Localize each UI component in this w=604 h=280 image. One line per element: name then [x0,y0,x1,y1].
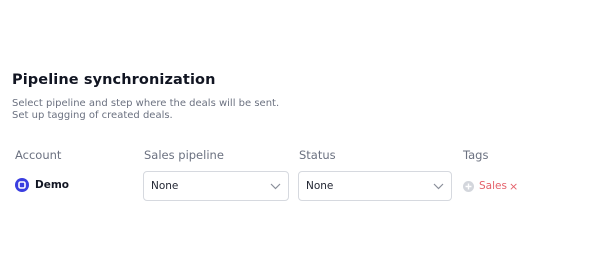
column-header-tags: Tags [463,148,489,162]
account-logo-icon [15,178,29,192]
status-value: None [306,180,334,192]
column-header-status: Status [299,148,336,162]
sales-pipeline-value: None [151,180,179,192]
remove-tag-icon[interactable]: × [509,181,518,192]
tag-label: Sales [479,180,507,192]
sales-pipeline-select[interactable]: None [143,171,289,201]
column-header-account: Account [15,148,62,162]
chevron-down-icon [262,183,288,190]
account-name: Demo [35,179,69,191]
description-line-2: Set up tagging of created deals. [12,110,173,121]
chevron-down-icon [425,183,451,190]
section-title: Pipeline synchronization [12,72,216,88]
section-description: Select pipeline and step where the deals… [12,98,279,122]
tag-chip: Sales × [479,180,518,192]
tags-cell: Sales × [463,180,518,192]
column-header-sales-pipeline: Sales pipeline [144,148,224,162]
description-line-1: Select pipeline and step where the deals… [12,98,280,109]
status-select[interactable]: None [298,171,452,201]
add-tag-icon[interactable] [463,180,474,192]
account-cell: Demo [15,178,69,192]
